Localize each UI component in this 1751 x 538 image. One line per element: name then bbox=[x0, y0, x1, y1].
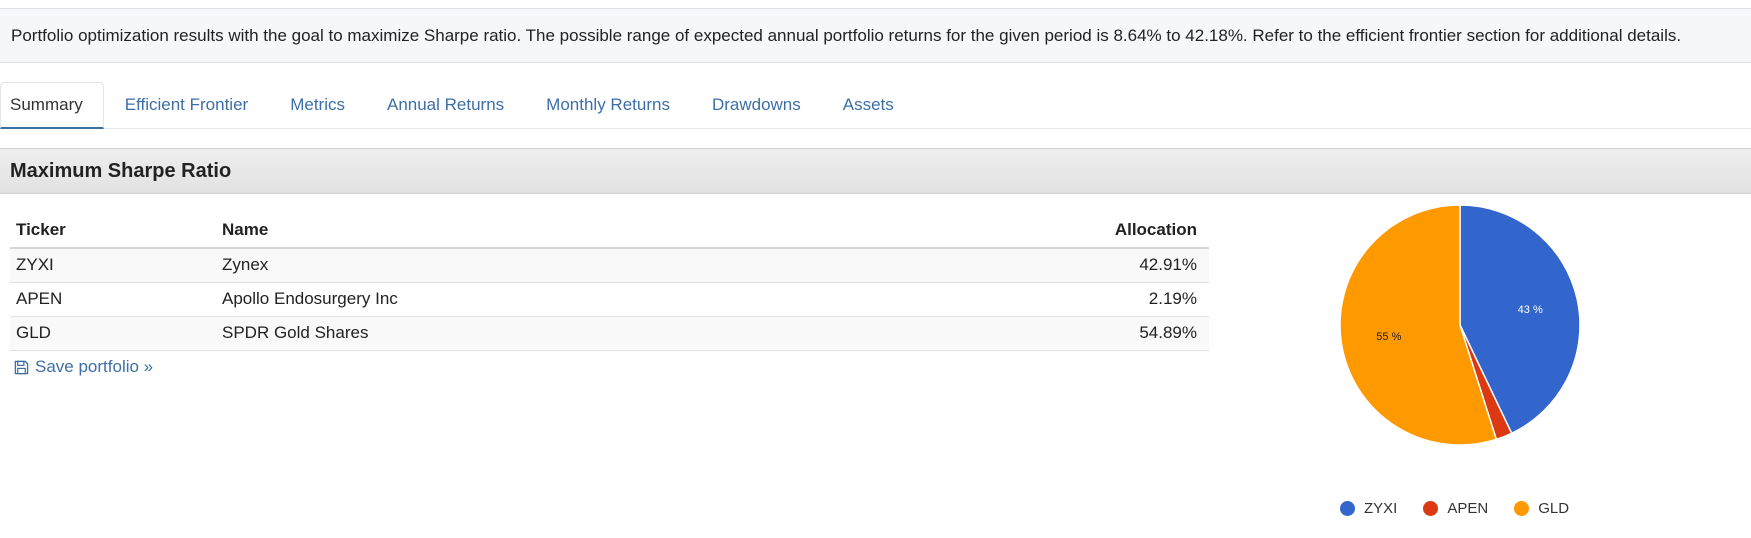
legend-item-gld[interactable]: GLD bbox=[1514, 500, 1569, 517]
legend-label: ZYXI bbox=[1364, 500, 1398, 517]
cell-allocation: 54.89% bbox=[716, 316, 1209, 351]
legend-label: APEN bbox=[1447, 500, 1489, 517]
cell-ticker: APEN bbox=[10, 282, 216, 317]
allocation-table: Ticker Name Allocation ZYXI Zynex 42.91%… bbox=[10, 212, 1209, 351]
chart-legend: ZYXI APEN GLD bbox=[1340, 500, 1569, 517]
table-row: APEN Apollo Endosurgery Inc 2.19% bbox=[10, 282, 1209, 317]
tab-annual-returns[interactable]: Annual Returns bbox=[366, 81, 525, 128]
table-header-row: Ticker Name Allocation bbox=[10, 212, 1209, 249]
legend-item-apen[interactable]: APEN bbox=[1423, 500, 1488, 517]
pie-label-gld: 55 % bbox=[1376, 331, 1401, 343]
legend-swatch-gld bbox=[1514, 501, 1530, 516]
tab-drawdowns[interactable]: Drawdowns bbox=[691, 81, 822, 128]
tab-monthly-returns[interactable]: Monthly Returns bbox=[525, 81, 691, 128]
header-ticker[interactable]: Ticker bbox=[10, 212, 216, 249]
save-icon bbox=[14, 360, 29, 375]
tab-assets[interactable]: Assets bbox=[822, 81, 915, 128]
header-allocation[interactable]: Allocation bbox=[716, 212, 1209, 249]
legend-label: GLD bbox=[1538, 500, 1570, 517]
header-name[interactable]: Name bbox=[216, 212, 716, 249]
cell-name: SPDR Gold Shares bbox=[216, 316, 716, 351]
table-row: ZYXI Zynex 42.91% bbox=[10, 248, 1209, 283]
tab-bar: Summary Efficient Frontier Metrics Annua… bbox=[0, 82, 1751, 129]
cell-allocation: 2.19% bbox=[716, 282, 1209, 317]
section-header: Maximum Sharpe Ratio bbox=[0, 148, 1751, 194]
save-portfolio-link[interactable]: Save portfolio » bbox=[14, 357, 153, 377]
save-portfolio-label: Save portfolio » bbox=[35, 357, 154, 376]
pie-label-zyxi: 43 % bbox=[1518, 304, 1543, 316]
tab-metrics[interactable]: Metrics bbox=[269, 81, 366, 128]
legend-item-zyxi[interactable]: ZYXI bbox=[1340, 500, 1397, 517]
legend-swatch-zyxi bbox=[1340, 501, 1355, 516]
cell-ticker: GLD bbox=[10, 316, 216, 351]
tab-efficient-frontier[interactable]: Efficient Frontier bbox=[104, 81, 269, 128]
allocation-pie-chart: 43 % 55 % bbox=[1300, 200, 1660, 530]
cell-name: Zynex bbox=[216, 248, 716, 283]
cell-name: Apollo Endosurgery Inc bbox=[216, 282, 716, 317]
description-banner: Portfolio optimization results with the … bbox=[0, 8, 1751, 63]
cell-ticker: ZYXI bbox=[10, 248, 216, 283]
table-row: GLD SPDR Gold Shares 54.89% bbox=[10, 316, 1209, 351]
description-text: Portfolio optimization results with the … bbox=[11, 26, 1682, 45]
legend-swatch-apen bbox=[1423, 501, 1439, 516]
cell-allocation: 42.91% bbox=[716, 248, 1209, 283]
tab-summary[interactable]: Summary bbox=[0, 82, 104, 129]
pie-chart-svg: 43 % 55 % bbox=[1339, 204, 1581, 446]
section-title: Maximum Sharpe Ratio bbox=[10, 160, 232, 182]
